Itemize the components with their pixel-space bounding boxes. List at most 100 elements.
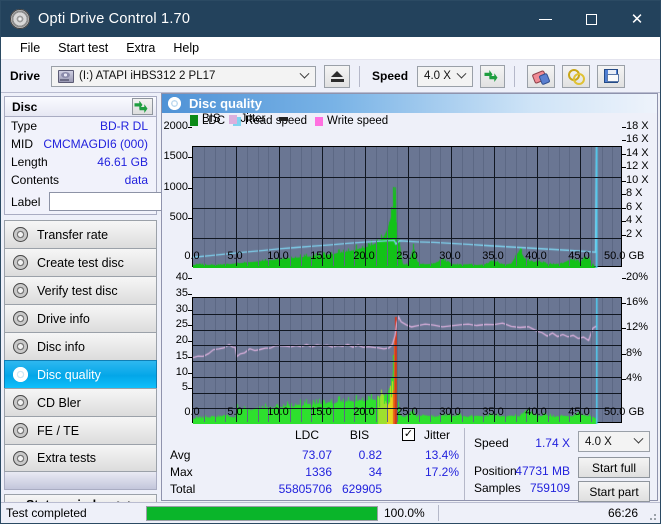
drive-info-icon bbox=[13, 311, 28, 326]
stats-col-ldc: LDC bbox=[282, 428, 332, 442]
axis-tick bbox=[188, 325, 192, 326]
menu-item-extra[interactable]: Extra bbox=[117, 39, 164, 57]
nav-spacer bbox=[4, 472, 157, 490]
resize-grip[interactable] bbox=[646, 510, 656, 520]
disc-refresh-button[interactable] bbox=[132, 98, 153, 115]
app-disc-icon bbox=[10, 9, 30, 29]
eraser-icon bbox=[533, 70, 549, 82]
gridline-vertical bbox=[559, 147, 560, 266]
gridline-vertical bbox=[301, 298, 302, 422]
y-axis-tick-label: 25 bbox=[162, 318, 188, 330]
gridline-vertical bbox=[462, 298, 463, 422]
legend-swatch-jitter bbox=[229, 115, 237, 124]
stats-avg-ldc: 73.07 bbox=[262, 448, 332, 462]
menu-item-file[interactable]: File bbox=[11, 39, 49, 57]
x-axis-tick-label: 50.0 GB bbox=[604, 406, 644, 418]
stats-row-max: Max bbox=[170, 465, 193, 479]
link-button[interactable] bbox=[562, 65, 590, 88]
gridline-vertical bbox=[548, 298, 549, 422]
close-button[interactable]: ✕ bbox=[614, 1, 660, 37]
save-icon bbox=[604, 69, 618, 83]
disc-fete-icon bbox=[13, 423, 28, 438]
gridline-vertical bbox=[322, 147, 323, 266]
refresh-icon bbox=[485, 69, 500, 83]
test-speed-select[interactable]: 4.0 X bbox=[578, 431, 650, 452]
drive-select[interactable]: (I:) ATAPI iHBS312 2 PL17 bbox=[51, 66, 316, 87]
y-axis-tick-label: 14 X bbox=[626, 147, 660, 159]
gridline-vertical bbox=[204, 298, 205, 422]
sidebar-item-disc-quality[interactable]: Disc quality bbox=[4, 360, 157, 388]
disc-quality-icon bbox=[168, 97, 181, 110]
start-part-button[interactable]: Start part bbox=[578, 481, 650, 502]
axis-tick bbox=[188, 127, 192, 128]
y-axis-tick-label: 12 X bbox=[626, 160, 660, 172]
sidebar-item-verify-test-disc[interactable]: Verify test disc bbox=[4, 276, 157, 304]
menu-item-help[interactable]: Help bbox=[164, 39, 208, 57]
content-panel: Disc quality LDC Read speed Write speed … bbox=[161, 93, 658, 501]
disc-length-value: 46.61 GB bbox=[97, 155, 148, 169]
stats-max-jitter: 17.2% bbox=[397, 465, 459, 479]
gridline-vertical bbox=[419, 147, 420, 266]
minimize-icon bbox=[539, 19, 552, 20]
gridline-vertical bbox=[408, 147, 409, 266]
stats-col-bis: BIS bbox=[337, 428, 382, 442]
gridline-vertical bbox=[580, 298, 581, 422]
erase-button[interactable] bbox=[527, 65, 555, 88]
x-axis-tick-label: 40.0 bbox=[516, 250, 556, 262]
speed-select[interactable]: 4.0 X bbox=[417, 66, 473, 87]
left-sidebar: Disc Type BD-R DL MID CMCMAGDI6 (000) Le… bbox=[1, 93, 160, 501]
gridline-vertical bbox=[569, 298, 570, 422]
menu-bar: File Start test Extra Help bbox=[1, 37, 660, 60]
disc-length-label: Length bbox=[11, 155, 48, 169]
gridline-vertical bbox=[494, 298, 495, 422]
gridline-vertical bbox=[311, 298, 312, 422]
jitter-checkbox[interactable]: ✓ bbox=[402, 428, 415, 441]
chevron-down-icon bbox=[300, 68, 310, 78]
progress-fill bbox=[147, 507, 377, 520]
y-axis-tick-label: 10 bbox=[162, 366, 188, 378]
start-full-button[interactable]: Start full bbox=[578, 457, 650, 478]
y-axis-tick-label: 40 bbox=[162, 271, 188, 283]
chart-lower-plot bbox=[192, 297, 622, 423]
maximize-button[interactable] bbox=[568, 1, 614, 37]
stats-avg-jitter: 13.4% bbox=[397, 448, 459, 462]
stats-avg-bis: 0.82 bbox=[327, 448, 382, 462]
toolbar-divider-2 bbox=[514, 66, 515, 87]
sidebar-item-drive-info[interactable]: Drive info bbox=[4, 304, 157, 332]
axis-tick bbox=[188, 357, 192, 358]
eject-button[interactable] bbox=[324, 65, 350, 88]
minimize-button[interactable] bbox=[522, 1, 568, 37]
elapsed-time: 66:26 bbox=[608, 506, 638, 520]
chain-icon bbox=[568, 69, 584, 83]
y-axis-tick-label: 4% bbox=[626, 372, 660, 384]
chevron-down-icon bbox=[634, 434, 644, 444]
y-axis-tick-label: 4 X bbox=[626, 214, 660, 226]
disc-transfer-icon bbox=[13, 227, 28, 242]
sidebar-item-disc-info[interactable]: Disc info bbox=[4, 332, 157, 360]
axis-tick bbox=[622, 127, 626, 128]
sidebar-item-transfer-rate[interactable]: Transfer rate bbox=[4, 220, 157, 248]
save-button[interactable] bbox=[597, 65, 625, 88]
gridline-vertical bbox=[516, 147, 517, 266]
y-axis-tick-label: 8 X bbox=[626, 187, 660, 199]
axis-tick bbox=[188, 310, 192, 311]
gridline-vertical bbox=[440, 298, 441, 422]
sidebar-item-cd-bler[interactable]: CD Bler bbox=[4, 388, 157, 416]
refresh-button[interactable] bbox=[480, 65, 505, 88]
disc-panel: Disc Type BD-R DL MID CMCMAGDI6 (000) Le… bbox=[4, 96, 157, 215]
x-axis-tick-label: 10.0 bbox=[258, 406, 298, 418]
disc-quality-icon bbox=[13, 367, 28, 382]
y-axis-tick-label: 2000 bbox=[162, 120, 188, 132]
x-axis-tick-label: 40.0 bbox=[516, 406, 556, 418]
sidebar-label: CD Bler bbox=[37, 396, 81, 410]
sidebar-item-fe-te[interactable]: FE / TE bbox=[4, 416, 157, 444]
menu-item-start-test[interactable]: Start test bbox=[49, 39, 117, 57]
drive-label: Drive bbox=[10, 69, 40, 83]
sidebar-item-create-test-disc[interactable]: Create test disc bbox=[4, 248, 157, 276]
chart-lower-legend: BIS Jitter bbox=[190, 113, 288, 125]
x-axis-tick-label: 5.0 bbox=[215, 250, 255, 262]
disc-verify-icon bbox=[13, 283, 28, 298]
title-bar: Opti Drive Control 1.70 ✕ bbox=[1, 1, 660, 37]
sidebar-item-extra-tests[interactable]: Extra tests bbox=[4, 444, 157, 472]
gridline-vertical bbox=[430, 298, 431, 422]
